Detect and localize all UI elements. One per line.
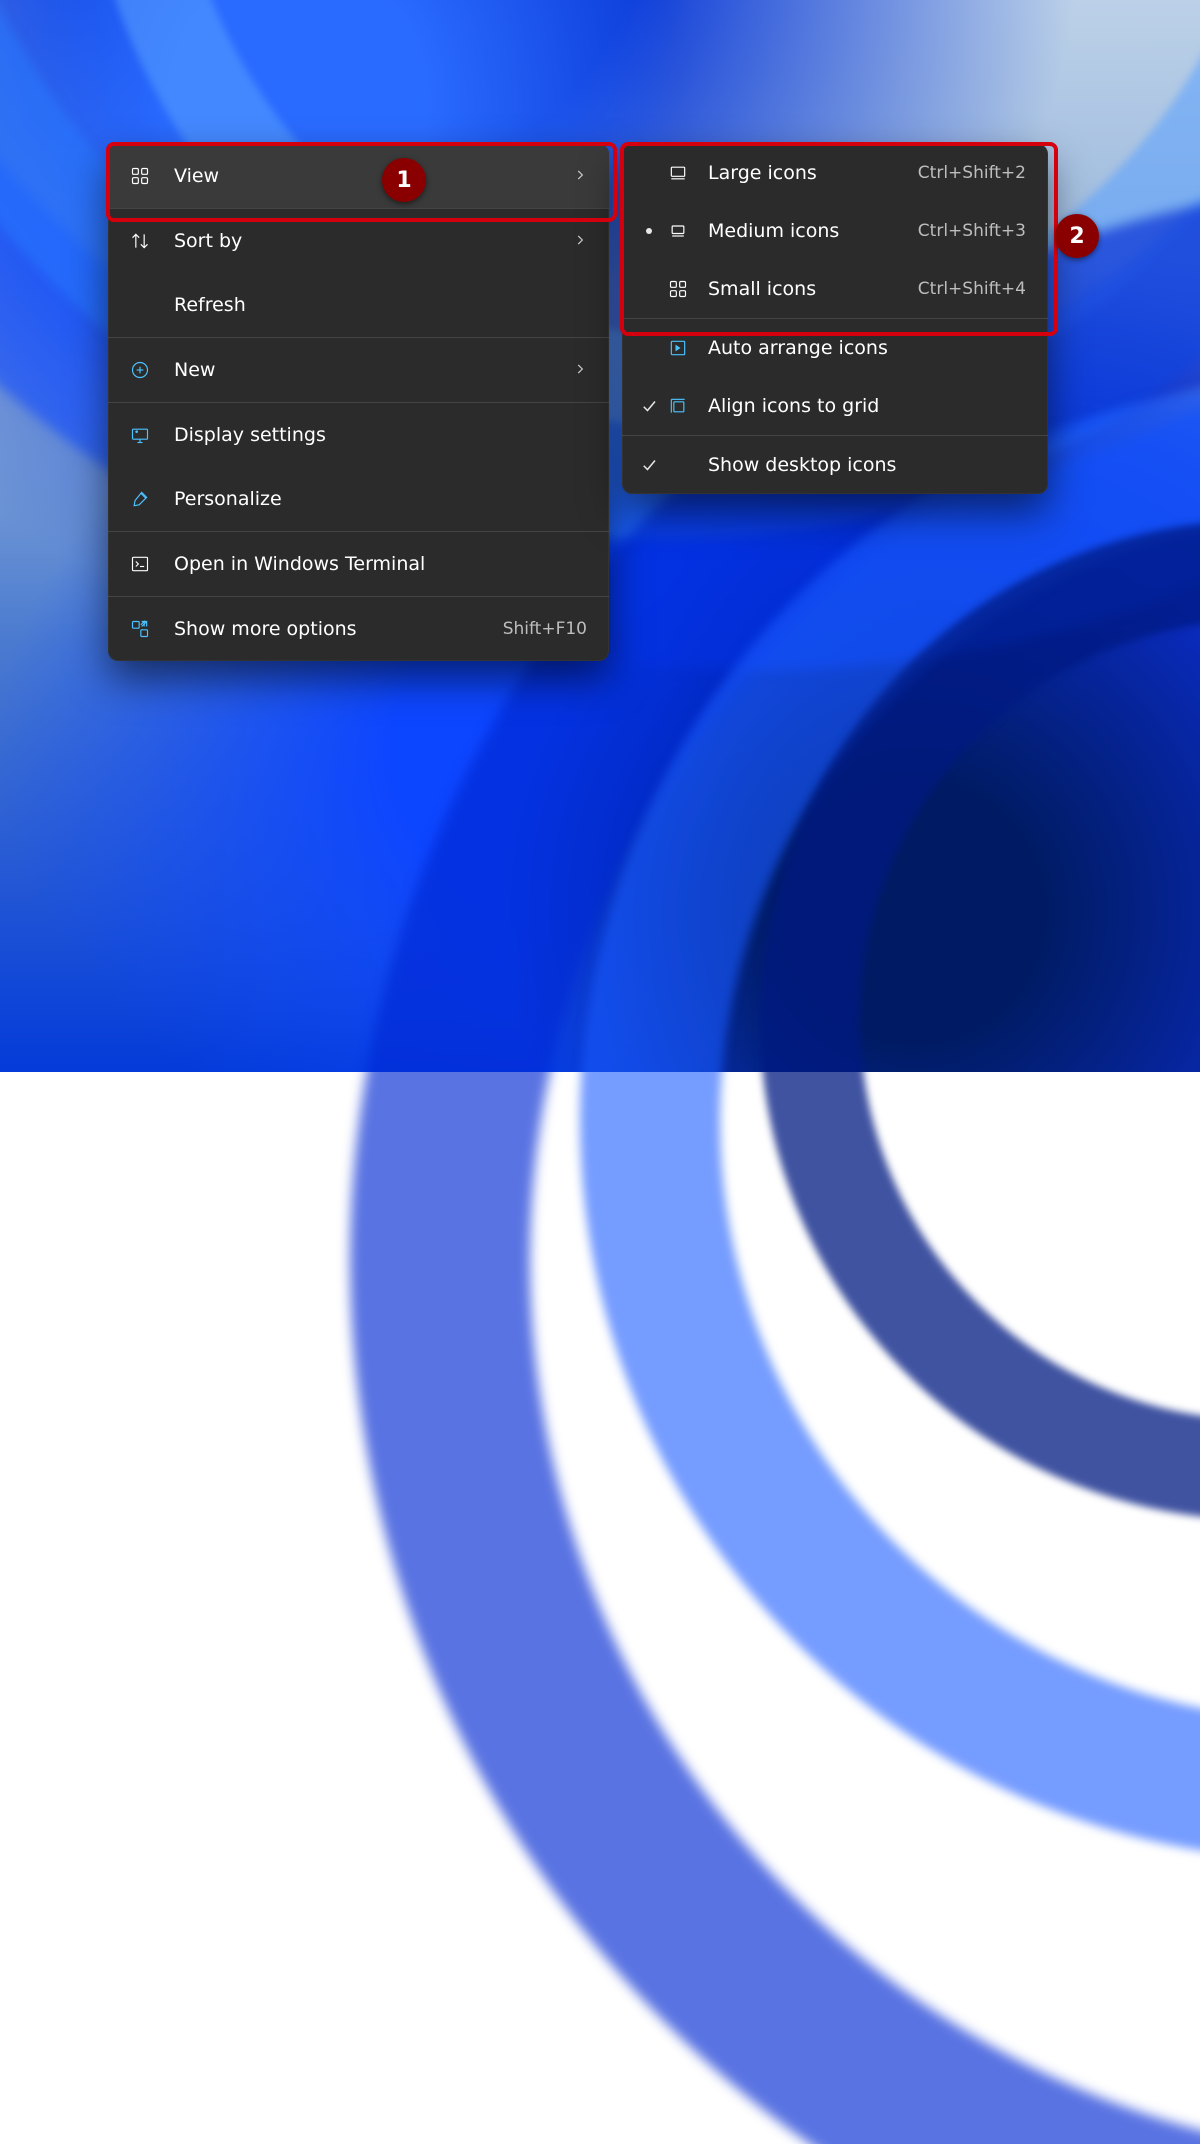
- menu-item-new[interactable]: New: [108, 338, 609, 402]
- submenu-item-label: Show desktop icons: [708, 454, 1026, 476]
- submenu-item-align-to-grid[interactable]: Align icons to grid: [622, 377, 1048, 435]
- sort-icon: [128, 231, 152, 251]
- view-submenu: Large icons Ctrl+Shift+2 Medium icons Ct…: [622, 144, 1048, 494]
- submenu-item-shortcut: Ctrl+Shift+3: [918, 221, 1026, 241]
- submenu-item-label: Large icons: [708, 162, 918, 184]
- menu-item-label: View: [174, 165, 573, 187]
- auto-arrange-icon: [666, 338, 690, 358]
- submenu-item-label: Auto arrange icons: [708, 337, 1026, 359]
- desktop-context-menu: View Sort by Refresh New Display sett: [108, 144, 609, 661]
- menu-item-label: Sort by: [174, 230, 573, 252]
- menu-item-sort-by[interactable]: Sort by: [108, 209, 609, 273]
- menu-item-personalize[interactable]: Personalize: [108, 467, 609, 531]
- small-icons-icon: [666, 279, 690, 299]
- submenu-item-show-desktop-icons[interactable]: Show desktop icons: [622, 436, 1048, 494]
- grid-icon: [128, 166, 152, 186]
- menu-item-view[interactable]: View: [108, 144, 609, 208]
- plus-circle-icon: [128, 360, 152, 380]
- menu-item-refresh[interactable]: Refresh: [108, 273, 609, 337]
- submenu-item-small-icons[interactable]: Small icons Ctrl+Shift+4: [622, 260, 1048, 318]
- callout-badge-1: 1: [382, 158, 426, 202]
- menu-item-label: Personalize: [174, 488, 587, 510]
- submenu-item-large-icons[interactable]: Large icons Ctrl+Shift+2: [622, 144, 1048, 202]
- align-grid-icon: [666, 396, 690, 416]
- callout-badge-2: 2: [1055, 214, 1099, 258]
- chevron-right-icon: [573, 165, 587, 187]
- menu-item-shortcut: Shift+F10: [503, 619, 587, 639]
- menu-item-display-settings[interactable]: Display settings: [108, 403, 609, 467]
- submenu-item-medium-icons[interactable]: Medium icons Ctrl+Shift+3: [622, 202, 1048, 260]
- radio-indicator-selected: [638, 228, 660, 234]
- display-settings-icon: [128, 425, 152, 445]
- menu-item-label: Show more options: [174, 618, 503, 640]
- paintbrush-icon: [128, 489, 152, 509]
- terminal-icon: [128, 554, 152, 574]
- submenu-item-auto-arrange[interactable]: Auto arrange icons: [622, 319, 1048, 377]
- chevron-right-icon: [573, 359, 587, 381]
- menu-item-label: New: [174, 359, 573, 381]
- show-more-icon: [128, 619, 152, 639]
- check-indicator-checked: [638, 397, 660, 415]
- menu-item-show-more-options[interactable]: Show more options Shift+F10: [108, 597, 609, 661]
- chevron-right-icon: [573, 230, 587, 252]
- large-icons-icon: [666, 163, 690, 183]
- submenu-item-shortcut: Ctrl+Shift+2: [918, 163, 1026, 183]
- menu-item-label: Refresh: [174, 294, 587, 316]
- menu-item-label: Open in Windows Terminal: [174, 553, 587, 575]
- submenu-item-label: Align icons to grid: [708, 395, 1026, 417]
- menu-item-label: Display settings: [174, 424, 587, 446]
- submenu-item-label: Small icons: [708, 278, 918, 300]
- medium-icons-icon: [666, 221, 690, 241]
- submenu-item-shortcut: Ctrl+Shift+4: [918, 279, 1026, 299]
- submenu-item-label: Medium icons: [708, 220, 918, 242]
- menu-item-open-terminal[interactable]: Open in Windows Terminal: [108, 532, 609, 596]
- check-indicator-checked: [638, 456, 660, 474]
